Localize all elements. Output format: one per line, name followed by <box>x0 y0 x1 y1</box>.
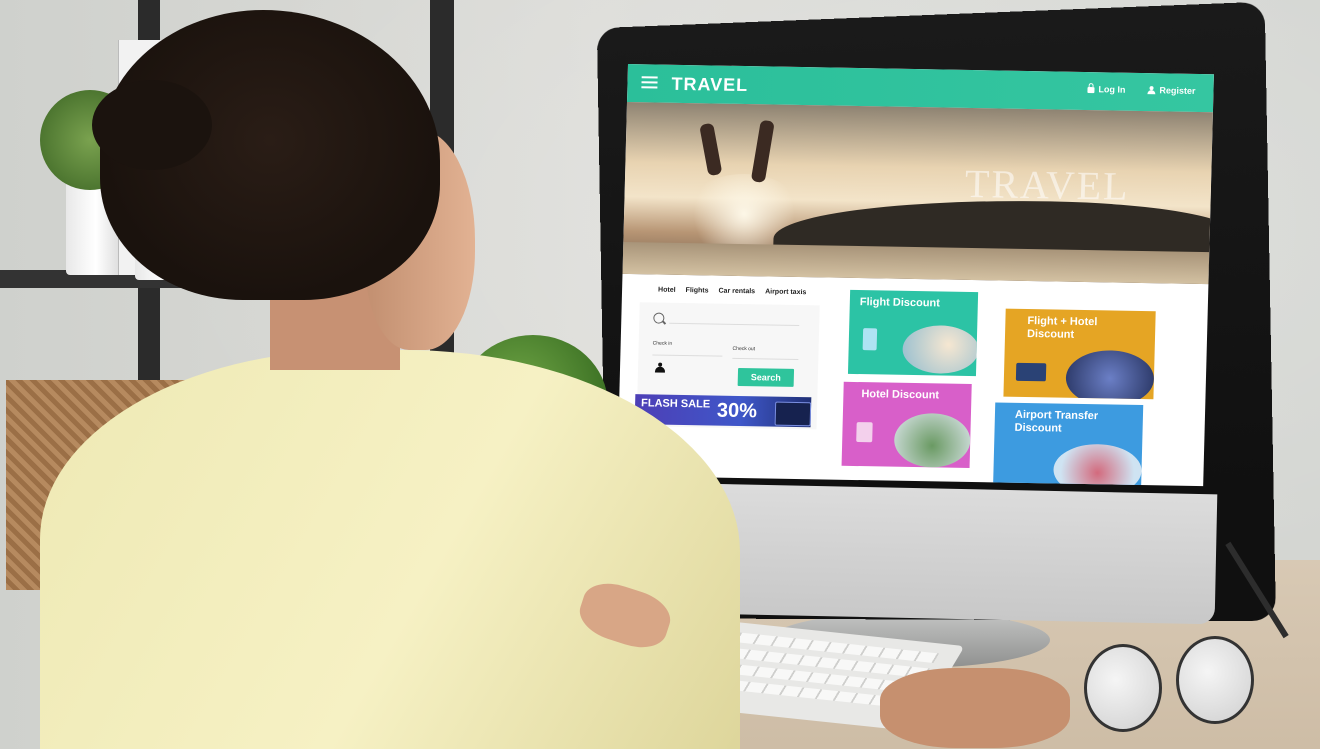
card-icon <box>1015 362 1047 382</box>
search-tabs: Hotel Flights Car rentals Airport taxis <box>658 287 806 297</box>
card-flight-discount[interactable]: Flight Discount <box>847 289 979 377</box>
header-nav: Log In Register <box>1087 84 1196 96</box>
card-title: Flight + Hotel Discount <box>1027 315 1146 343</box>
tab-airport-taxis[interactable]: Airport taxis <box>765 288 806 296</box>
monitor-screen: TRAVEL Log In Register TRAVEL Hotel Flig… <box>617 64 1214 487</box>
yellow-shirt <box>40 350 740 749</box>
headphone-cup <box>1176 636 1254 724</box>
card-photo <box>1065 349 1155 400</box>
login-label: Log In <box>1098 84 1126 95</box>
hero-banner: TRAVEL <box>622 101 1213 285</box>
check-out-label: Check out <box>732 345 756 353</box>
register-label: Register <box>1159 85 1196 96</box>
card-title-text: Flight + Hotel Discount <box>1026 315 1098 341</box>
check-in-label: Check in <box>652 340 673 347</box>
site-logo[interactable]: TRAVEL <box>671 74 748 96</box>
hero-person-1 <box>699 122 723 177</box>
hero-title: TRAVEL <box>964 160 1131 209</box>
card-title: Hotel Discount <box>861 388 940 402</box>
ticket-icon <box>862 328 878 351</box>
headphone-cup <box>1084 644 1162 732</box>
hero-person-2 <box>750 119 775 184</box>
hair-bun <box>92 80 212 170</box>
login-link[interactable]: Log In <box>1087 84 1126 95</box>
card-title: Airport Transfer Discount <box>1014 409 1135 437</box>
card-title-text: Airport Transfer Discount <box>1014 408 1099 435</box>
headphones <box>1084 636 1254 732</box>
card-photo <box>902 324 979 375</box>
search-button[interactable]: Search <box>737 367 795 387</box>
tab-flights[interactable]: Flights <box>685 287 708 294</box>
lock-icon <box>1087 87 1095 94</box>
flash-sale-percent: 30% <box>716 399 758 423</box>
user-icon <box>1147 86 1155 94</box>
hamburger-menu-icon[interactable] <box>641 76 658 89</box>
card-photo <box>1052 443 1143 487</box>
tab-hotel[interactable]: Hotel <box>658 287 676 294</box>
bed-icon <box>856 422 873 443</box>
guest-icon <box>655 363 665 373</box>
register-link[interactable]: Register <box>1147 85 1195 96</box>
flash-sale-label: FLASH SALE <box>640 397 711 411</box>
card-photo <box>893 412 971 469</box>
right-hand <box>880 668 1070 748</box>
card-hotel-discount[interactable]: Hotel Discount <box>841 381 972 469</box>
card-title: Flight Discount <box>859 296 941 310</box>
credit-card-graphic <box>774 401 812 427</box>
search-icon <box>653 312 665 324</box>
photo-scene: TRAVEL Log In Register TRAVEL Hotel Flig… <box>0 0 1320 749</box>
card-flight-hotel-discount[interactable]: Flight + Hotel Discount <box>1003 308 1156 400</box>
tab-car-rentals[interactable]: Car rentals <box>718 288 755 296</box>
card-airport-transfer-discount[interactable]: Airport Transfer Discount <box>993 402 1144 487</box>
